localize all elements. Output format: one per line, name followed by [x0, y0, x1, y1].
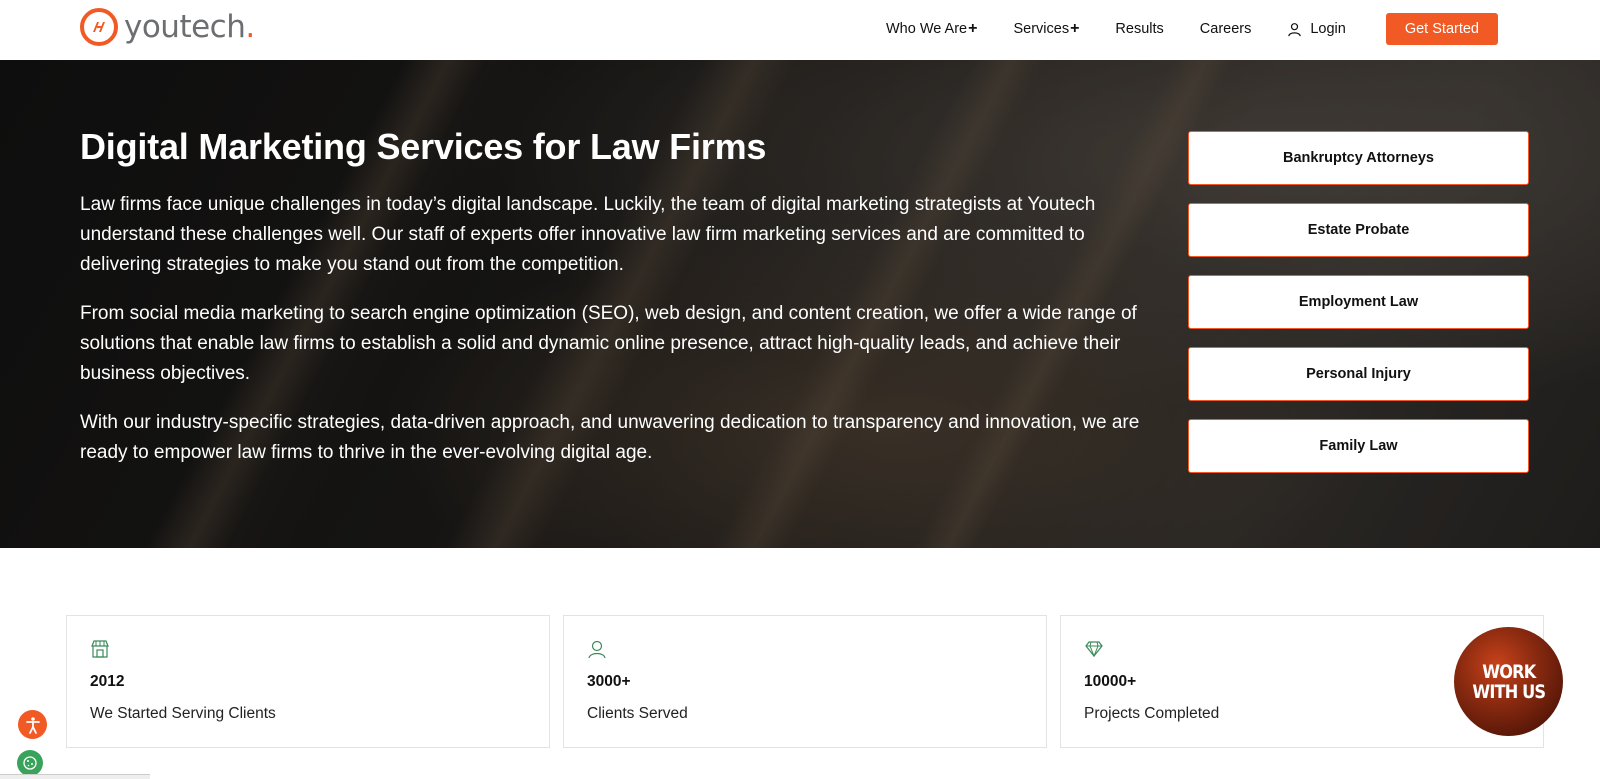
login-label: Login	[1310, 21, 1346, 37]
stat-label: Clients Served	[587, 705, 688, 722]
hero-section: Digital Marketing Services for Law Firms…	[0, 60, 1600, 548]
stat-value: 2012	[90, 673, 125, 690]
nav-who-we-are-label: Who We Are	[886, 21, 968, 37]
practice-personal-injury-button[interactable]: Personal Injury	[1188, 347, 1529, 401]
nav-careers-label: Careers	[1199, 21, 1252, 37]
stat-card: 3000+ Clients Served	[563, 615, 1047, 748]
practice-area-list: Bankruptcy Attorneys Estate Probate Empl…	[1188, 131, 1529, 491]
login-link[interactable]: Login	[1287, 21, 1346, 37]
stat-value: 10000+	[1084, 673, 1137, 690]
practice-family-law-button[interactable]: Family Law	[1188, 419, 1529, 473]
browser-status-bar	[0, 774, 150, 779]
logo-mark-icon	[80, 8, 118, 46]
practice-bankruptcy-button[interactable]: Bankruptcy Attorneys	[1188, 131, 1529, 185]
nav-services[interactable]: Services +	[1013, 20, 1079, 38]
nav-results-label: Results	[1115, 21, 1164, 37]
main-nav: Who We Are + Services + Results Careers Lo…	[850, 0, 1498, 58]
nav-who-we-are-plus-icon: +	[968, 20, 978, 37]
logo-text: youtech	[124, 8, 246, 45]
stat-label: We Started Serving Clients	[90, 705, 276, 722]
work-with-us-button[interactable]: WORK WITH US	[1454, 627, 1563, 736]
nav-services-label: Services	[1013, 21, 1070, 37]
stat-value: 3000+	[587, 673, 631, 690]
stat-card: 2012 We Started Serving Clients	[66, 615, 550, 748]
hero-paragraph: Law firms face unique challenges in toda…	[80, 194, 1096, 275]
logo-dot: .	[245, 8, 255, 45]
work-badge-line2: WITH US	[1472, 680, 1546, 703]
hero-paragraph: From social media marketing to search en…	[80, 303, 1137, 384]
accessibility-icon[interactable]	[18, 710, 47, 739]
stat-label: Projects Completed	[1084, 705, 1220, 722]
store-icon	[91, 640, 109, 658]
user-icon	[588, 640, 606, 659]
practice-employment-law-button[interactable]: Employment Law	[1188, 275, 1529, 329]
work-badge-line1: WORK	[1481, 660, 1536, 683]
get-started-button[interactable]: Get Started	[1385, 13, 1498, 45]
nav-services-plus-icon: +	[1070, 20, 1080, 37]
cookie-settings-icon[interactable]	[17, 750, 43, 776]
nav-careers[interactable]: Careers	[1200, 21, 1252, 37]
youtech-logo[interactable]: youtech.	[80, 8, 255, 46]
nav-results[interactable]: Results	[1115, 21, 1163, 37]
practice-estate-probate-button[interactable]: Estate Probate	[1188, 203, 1529, 257]
hero-paragraph: With our industry-specific strategies, d…	[80, 412, 1140, 463]
user-icon	[1288, 22, 1302, 36]
nav-who-we-are[interactable]: Who We Are +	[886, 20, 977, 38]
site-header: youtech. Who We Are + Services + Results C…	[0, 0, 1600, 60]
diamond-icon	[1085, 641, 1103, 658]
hero-title: Digital Marketing Services for Law Firms	[80, 126, 767, 167]
